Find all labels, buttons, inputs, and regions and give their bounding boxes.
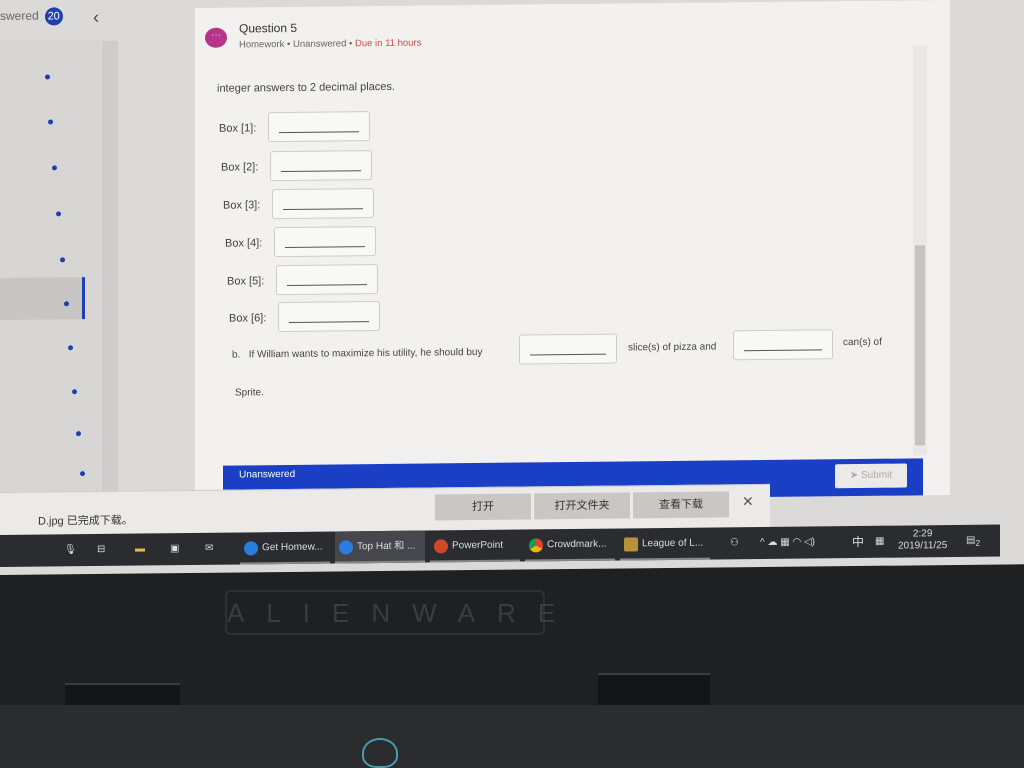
bezel-vent	[598, 673, 710, 705]
laptop-base	[0, 705, 1024, 768]
powerpoint-icon	[434, 539, 448, 554]
sidebar-scrollbar[interactable]	[102, 40, 118, 493]
screen: swered 20 ‹ ··· Question 5 Homework • Una…	[0, 0, 1024, 575]
question-status: Unanswered	[293, 38, 347, 50]
tray-icons[interactable]: ^ ☁ ▦ ◠ ◁)	[760, 526, 815, 559]
instruction-text: integer answers to 2 decimal places.	[217, 80, 395, 95]
question-list-item[interactable]	[52, 165, 57, 171]
taskbar-app-edge[interactable]: Get Homew...	[240, 531, 330, 565]
footer-status: Unanswered	[239, 468, 296, 481]
submit-label: Submit	[861, 469, 893, 481]
box-label: Box [3]:	[223, 199, 261, 212]
microphone-icon[interactable]: 🎙	[64, 534, 77, 566]
question-list	[0, 38, 100, 496]
part-b-text2: slice(s) of pizza and	[628, 341, 717, 354]
time: 2:29	[912, 528, 933, 540]
taskbar-app-league[interactable]: League of L...	[620, 527, 710, 561]
box-label: Box [2]:	[221, 161, 259, 174]
question-list-item[interactable]	[72, 389, 77, 395]
question-title: Question 5	[239, 20, 298, 36]
pizza-input[interactable]	[519, 333, 617, 365]
part-b-text1: If William wants to maximize his utility…	[248, 346, 483, 361]
edge-icon	[244, 541, 258, 556]
notifications-icon[interactable]: ▤2	[966, 525, 980, 557]
part-b-text3: can(s) of	[843, 336, 882, 349]
unanswered-label: swered	[0, 8, 39, 23]
question-list-item-selected[interactable]	[0, 277, 85, 320]
box-2-input[interactable]	[270, 150, 372, 182]
app-label: Top Hat 和 ...	[357, 540, 416, 553]
send-icon: ➤	[849, 469, 862, 482]
chevron-left-icon[interactable]: ‹	[93, 7, 99, 28]
box-label: Box [6]:	[229, 312, 267, 325]
box-label: Box [5]:	[227, 275, 265, 288]
question-list-item[interactable]	[45, 74, 50, 80]
view-downloads-button[interactable]: 查看下载	[633, 491, 729, 519]
unanswered-count-badge: 20	[44, 7, 63, 26]
sprite-input[interactable]	[733, 329, 833, 361]
app-label: Get Homew...	[262, 541, 323, 554]
alien-logo-icon	[362, 738, 398, 768]
box-label: Box [4]:	[225, 237, 263, 250]
keyboard-icon[interactable]: ▦	[875, 526, 884, 558]
question-list-item[interactable]	[48, 119, 53, 125]
app-label: Crowdmark...	[547, 538, 607, 551]
alienware-logo: ALIENWARE	[225, 590, 555, 635]
app-label: League of L...	[642, 537, 704, 550]
open-button[interactable]: 打开	[435, 493, 531, 521]
people-icon[interactable]: ⚇	[730, 527, 739, 559]
box-1-input[interactable]	[268, 111, 370, 143]
scrollbar-thumb[interactable]	[915, 245, 925, 446]
question-meta: Homework • Unanswered • Due in 11 hours	[239, 37, 422, 51]
sidebar-header: swered 20	[0, 7, 75, 36]
league-icon	[624, 537, 638, 552]
due-label: Due in 11 hours	[354, 37, 422, 50]
close-icon[interactable]: ✕	[742, 493, 754, 510]
edge-icon	[339, 540, 353, 555]
content-scrollbar[interactable]	[913, 45, 927, 456]
question-list-item[interactable]	[76, 431, 81, 437]
part-b-prefix: b.	[232, 349, 241, 361]
part-b-text4: Sprite.	[235, 387, 264, 399]
box-label: Box [1]:	[219, 122, 257, 135]
box-5-input[interactable]	[276, 264, 378, 296]
question-list-item[interactable]	[68, 345, 73, 351]
box-3-input[interactable]	[272, 188, 374, 220]
question-list-item[interactable]	[64, 301, 69, 307]
question-type: Homework	[239, 39, 285, 51]
chat-bubble-icon: ···	[205, 27, 227, 48]
question-list-item[interactable]	[80, 471, 85, 477]
submit-button[interactable]: ➤ Submit	[835, 463, 907, 489]
mail-icon[interactable]: ✉	[205, 533, 213, 565]
notification-count: 2	[975, 537, 981, 548]
ime-indicator[interactable]: 中	[852, 526, 864, 558]
box-6-input[interactable]	[278, 301, 380, 333]
taskbar-app-edge-tophat[interactable]: Top Hat 和 ...	[335, 530, 425, 564]
box-4-input[interactable]	[274, 226, 376, 258]
part-b-text: b. If William wants to maximize his util…	[232, 347, 482, 361]
question-list-item[interactable]	[60, 257, 65, 263]
date: 2019/11/25	[898, 540, 948, 552]
task-view-icon[interactable]: ⊟	[97, 534, 105, 566]
store-icon[interactable]: ▣	[170, 533, 179, 565]
taskbar-app-chrome[interactable]: Crowdmark...	[525, 528, 615, 562]
question-list-item[interactable]	[56, 211, 61, 217]
clock[interactable]: 2:29 2019/11/25	[898, 528, 947, 561]
open-folder-button[interactable]: 打开文件夹	[534, 492, 630, 520]
file-explorer-icon[interactable]: ▬	[135, 533, 145, 565]
download-filename: D.jpg 已完成下载。	[38, 514, 133, 528]
app-label: PowerPoint	[452, 539, 504, 552]
taskbar-app-powerpoint[interactable]: PowerPoint	[430, 529, 520, 563]
question-card: ··· Question 5 Homework • Unanswered • D…	[195, 0, 950, 503]
chrome-icon	[529, 538, 543, 553]
